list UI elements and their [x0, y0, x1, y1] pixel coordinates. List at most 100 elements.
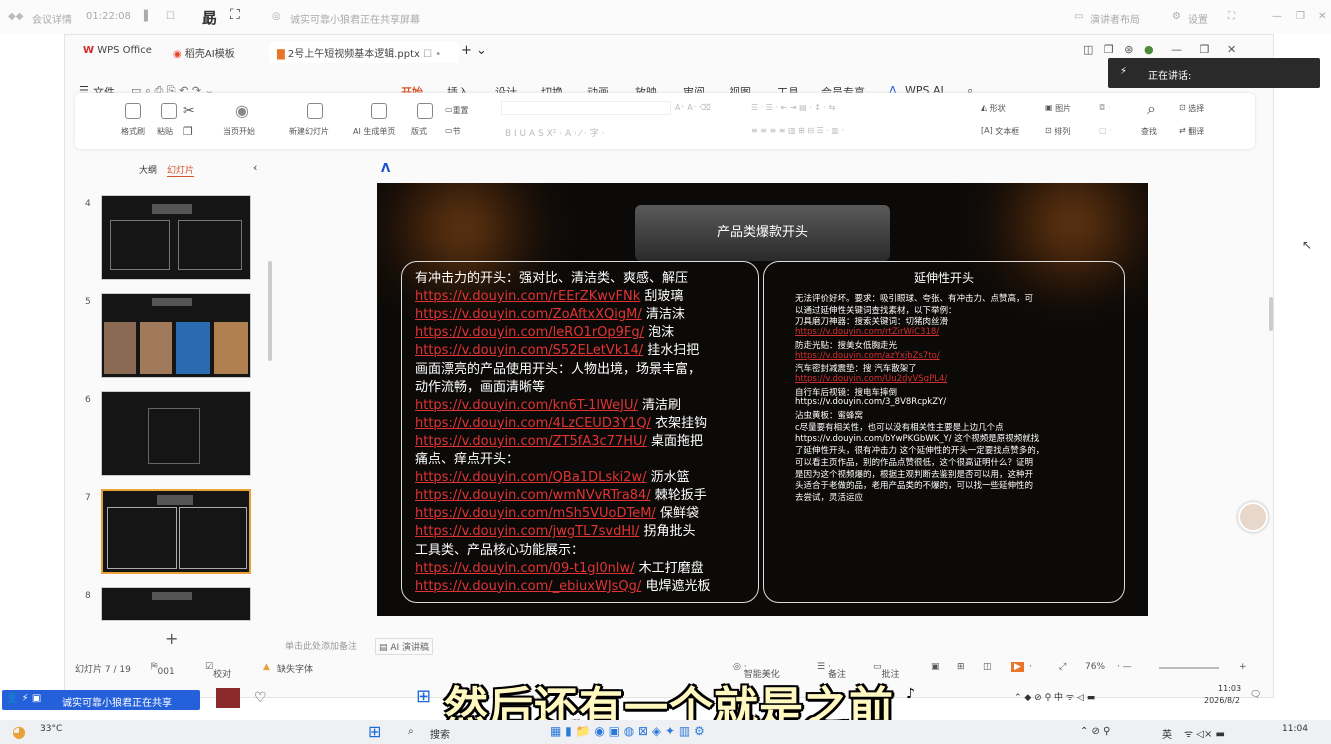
ime-indicator[interactable]: 中	[1054, 693, 1063, 703]
copy-icon[interactable]: ❐	[1104, 43, 1114, 56]
weather-icon[interactable]: ◕	[12, 722, 26, 741]
window-icon[interactable]: ☐	[166, 11, 175, 22]
theme-name[interactable]: ⛿ 001	[151, 662, 175, 677]
textbox-button[interactable]: [A] 文本框 ·	[981, 126, 1019, 136]
picture-button[interactable]: ▣ 图片 ·	[1045, 103, 1071, 113]
douyin-link[interactable]: https://v.douyin.com/ZT5fA3c77HU/	[415, 434, 647, 449]
new-slide-label[interactable]: 新建幻灯片	[289, 126, 329, 137]
zoom-slider[interactable]	[1159, 667, 1219, 669]
copy-small-icon[interactable]: ❐	[183, 125, 193, 138]
play-options-icon[interactable]: ·	[1029, 662, 1032, 672]
outline-button[interactable]: ▢ ·	[1099, 126, 1112, 135]
ai-page-icon[interactable]	[371, 103, 387, 119]
meeting-info-link[interactable]: 会议详情	[32, 11, 72, 26]
douyin-link[interactable]: https://v.douyin.com/rtZirWiC318/	[795, 327, 939, 337]
comments-button[interactable]: ▭ 批注	[873, 662, 900, 680]
notification-icon[interactable]: 🗨	[1250, 690, 1261, 700]
share-icons[interactable]: 👤 ⚡ ▣	[6, 693, 41, 704]
tab-close-icon[interactable]: ☐ •	[423, 49, 441, 60]
heart-icon[interactable]: ♡	[254, 690, 267, 706]
from-current-label[interactable]: 当页开始	[223, 126, 255, 137]
canvas-scrollbar[interactable]	[1269, 297, 1273, 331]
douyin-link[interactable]: https://v.douyin.com/S52ELetVk14/	[415, 343, 643, 358]
find-label[interactable]: 查找	[1141, 126, 1157, 137]
minimize-icon[interactable]: —	[1171, 43, 1182, 56]
wps-cloud-icon[interactable]: 勗	[202, 7, 217, 28]
language-indicator[interactable]: 英	[1162, 726, 1172, 741]
douyin-link[interactable]: https://v.douyin.com/_ebiuxWJsQg/	[415, 579, 641, 594]
cut-icon[interactable]: ✂	[183, 103, 195, 119]
taskbar-apps[interactable]: ▦ ▮ 📁 ◉ ▣ ◍ ⊠ ◈ ✦ ▥ ⚙	[550, 724, 705, 738]
windows-start-icon[interactable]: ⊞	[368, 722, 381, 741]
layout-label[interactable]: 版式	[411, 126, 427, 137]
restore-meeting-icon[interactable]: ❐	[1296, 11, 1305, 22]
network-volume-icons[interactable]: ᯤ ◁× ▬	[1184, 726, 1225, 740]
share-screen-icon[interactable]: ⛶	[230, 7, 240, 23]
play-from-current-icon[interactable]: ◉	[235, 101, 249, 120]
close-meeting-icon[interactable]: ✕	[1318, 11, 1326, 22]
font-size-controls[interactable]: A⁺ A⁻ ⌫	[675, 103, 711, 112]
tab-wps-office[interactable]: W WPS Office	[75, 41, 160, 63]
panel-scrollbar[interactable]	[268, 261, 272, 361]
align-controls[interactable]: ≡ ≡ ≡ ≡ ▥ ⊞ ⊟ ☰ · ▥ ·	[751, 126, 844, 135]
douyin-link[interactable]: https://v.douyin.com/QBa1DLski2w/	[415, 470, 647, 485]
format-painter-label[interactable]: 格式刷	[121, 126, 145, 137]
tiktok-icon[interactable]: ♪	[906, 686, 915, 702]
search-icon[interactable]: ⌕	[408, 726, 414, 737]
zoom-in-icon[interactable]: +	[1239, 662, 1247, 672]
ai-speech-button[interactable]: ▤ AI 演讲稿	[375, 638, 434, 655]
wps-ai-float-icon[interactable]: Λ	[381, 161, 390, 175]
play-button[interactable]: ▶	[1011, 662, 1024, 672]
fill-button[interactable]: ◘ ·	[1099, 103, 1110, 112]
find-icon[interactable]: ⌕	[1147, 99, 1156, 119]
slide-thumbnail-6[interactable]	[101, 391, 251, 476]
ai-page-label[interactable]: AI 生成单页	[353, 126, 395, 137]
select-button[interactable]: ⊡ 选择 ·	[1179, 103, 1204, 113]
slide-thumbnail-7-selected[interactable]	[101, 489, 251, 574]
format-painter-icon[interactable]	[125, 103, 141, 119]
tray-icons[interactable]: ⌃ ◆ ⊘ ⚲ 中 ᯤ ◁ ▬	[1014, 690, 1095, 703]
list-controls[interactable]: ☰ · ☰ · ⇤ ⇥ ▤ · ↕ · ⇆	[751, 103, 835, 112]
tray-icons-outer[interactable]: ⌃ ⊘ ⚲	[1080, 726, 1110, 737]
new-slide-icon[interactable]	[307, 103, 323, 119]
douyin-link[interactable]: https://v.douyin.com/leRO1rOp9Fg/	[415, 325, 644, 340]
layout-icon[interactable]	[417, 103, 433, 119]
beautify-button[interactable]: ◎ 智能美化 ·	[733, 662, 780, 680]
shape-button[interactable]: ◭ 形状 ·	[981, 103, 1006, 113]
douyin-link[interactable]: https://v.douyin.com/rEErZKwvFNk	[415, 289, 640, 304]
douyin-link[interactable]: https://v.douyin.com/azYxjbZs7to/	[795, 351, 940, 361]
zoom-level[interactable]: 76%	[1085, 662, 1105, 672]
text-format-controls[interactable]: B I U A S X² · A · ⁄ · 字 ·	[505, 126, 605, 139]
close-icon[interactable]: ✕	[1227, 43, 1236, 56]
arrange-button[interactable]: ⊡ 排列 ·	[1045, 126, 1070, 136]
section-button[interactable]: ▭ 节	[445, 126, 461, 136]
assistant-avatar[interactable]	[1238, 502, 1268, 532]
slide-thumbnail-8[interactable]	[101, 587, 251, 621]
tools-icon[interactable]: ◫	[1083, 43, 1093, 56]
proof-button[interactable]: ☑ 校对	[205, 662, 231, 680]
fit-icon[interactable]: ⤢	[1059, 662, 1066, 672]
reset-button[interactable]: ▭ 重置	[445, 105, 469, 115]
font-name-select[interactable]	[501, 101, 671, 115]
douyin-link[interactable]: https://v.douyin.com/wmNVvRTra84/	[415, 488, 651, 503]
missing-font-button[interactable]: 缺失字体	[277, 662, 313, 675]
game-app-icon[interactable]	[216, 688, 240, 708]
reading-view-icon[interactable]: ◫	[983, 662, 992, 672]
add-slide-icon[interactable]: +	[165, 629, 178, 648]
tab-docer-ai[interactable]: ◉ 稻壳AI模板	[165, 41, 243, 63]
slides-tab[interactable]: 幻灯片	[167, 163, 195, 177]
avatar[interactable]: ●	[1144, 43, 1154, 56]
zoom-dropdown-icon[interactable]: · —	[1117, 662, 1132, 672]
normal-view-icon[interactable]: ▣	[931, 662, 940, 672]
tab-pptx-document[interactable]: ▇ 2号上午短视频基本逻辑.pptx ☐ •	[269, 41, 459, 63]
paste-label[interactable]: 粘贴	[157, 126, 173, 137]
douyin-link[interactable]: https://v.douyin.com/ZoAftxXQigM/	[415, 307, 642, 322]
douyin-link[interactable]: https://v.douyin.com/4LzCEUD3Y1Q/	[415, 416, 651, 431]
translate-button[interactable]: ⇄ 翻译 ·	[1179, 126, 1204, 136]
new-tab-icon[interactable]: + ⌄	[461, 43, 487, 58]
douyin-link[interactable]: https://v.douyin.com/Uu2dyVSgPL4/	[795, 374, 947, 384]
douyin-link[interactable]: https://v.douyin.com/kn6T-1lWeJU/	[415, 398, 638, 413]
settings-icon[interactable]: ⚙	[1172, 11, 1181, 22]
presenter-layout-button[interactable]: 演讲者布局	[1090, 11, 1140, 26]
slide-thumbnail-5[interactable]	[101, 293, 251, 378]
